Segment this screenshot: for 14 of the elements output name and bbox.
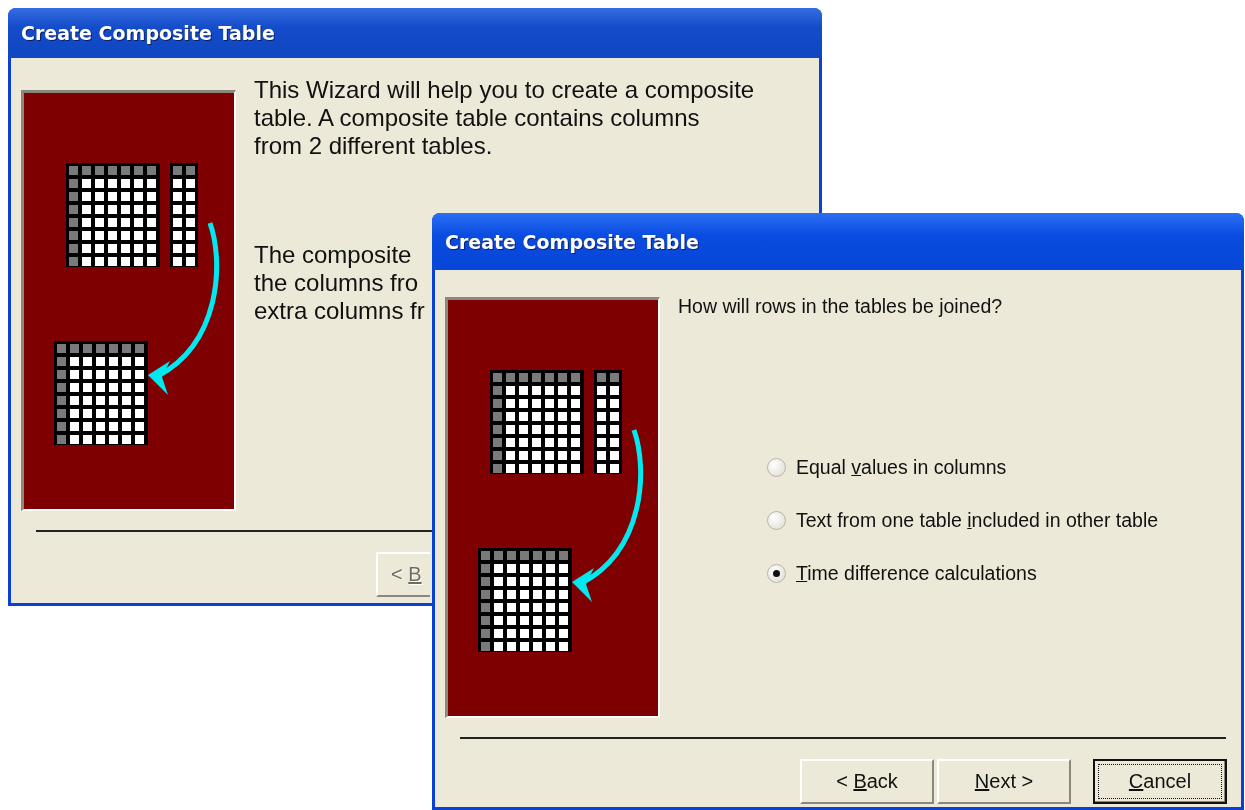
option-label[interactable]: Text from one table included in other table [796, 509, 1159, 532]
option-label[interactable]: Time difference calculations [796, 562, 1037, 585]
option-label[interactable]: Equal values in columns [796, 456, 1007, 479]
wizard-button[interactable]: Next > [937, 759, 1071, 804]
wizard-button[interactable]: Cancel [1093, 759, 1227, 804]
description-text: The composite the columns fro extra columns fr [254, 241, 425, 325]
radio-button[interactable] [767, 564, 786, 583]
intro-text: This Wizard will help you to create a composite table. A composite table contains columns from 2 different tables. [254, 76, 755, 160]
radio-button[interactable] [767, 458, 786, 477]
wizard-button[interactable]: < Back [800, 759, 934, 804]
question-text: How will rows in the tables be joined? [678, 295, 1003, 318]
window-title: Create Composite Table [21, 22, 275, 44]
window-title: Create Composite Table [445, 230, 699, 253]
radio-button[interactable] [767, 511, 786, 530]
